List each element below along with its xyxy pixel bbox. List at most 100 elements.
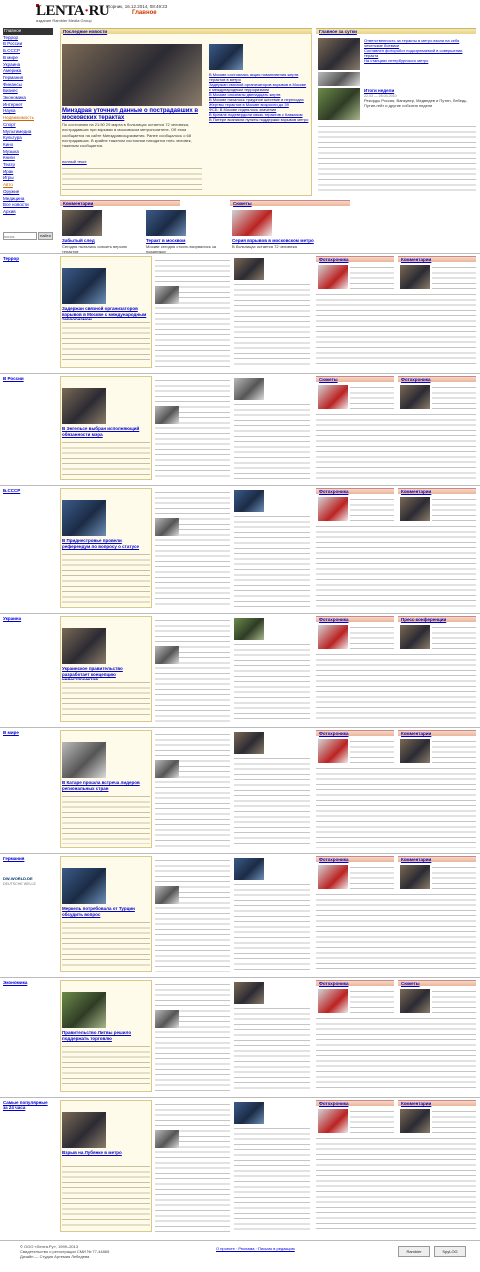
section-photo[interactable] [62,388,106,424]
week-photo[interactable] [318,88,360,120]
side-bar[interactable]: Сюжеты [316,376,394,382]
nav-item[interactable]: Мультимедиа [3,129,53,136]
nav-item[interactable]: Террор [3,35,53,42]
nav-item[interactable]: Главное [3,28,53,35]
nav-item[interactable]: Экономика [3,95,53,102]
side-photo[interactable] [400,739,430,763]
counter-badge[interactable]: SpyLOG [434,1246,466,1257]
side-bar[interactable]: Фотохроника [316,488,394,494]
day-photo[interactable] [318,38,360,70]
strip-photo[interactable] [62,210,102,236]
section-photo[interactable] [62,500,106,536]
section-photo[interactable] [62,268,106,304]
side-bar[interactable]: Комментарии [398,256,476,262]
nav-item[interactable]: Ирак [3,169,53,176]
nav-item[interactable]: Наука [3,108,53,115]
side-bar[interactable]: Фотохроника [316,730,394,736]
nav-item[interactable]: Германия [3,75,53,82]
nav-item[interactable]: Интернет [3,102,53,109]
lead-more-link[interactable]: полный текст [62,159,87,164]
side-photo[interactable] [318,385,348,409]
nav-item[interactable]: В России [3,41,53,48]
section-thumb[interactable] [155,886,179,904]
section-thumb[interactable] [155,518,179,536]
nav-item[interactable]: Игры [3,175,53,182]
section-thumb[interactable] [155,406,179,424]
day-item[interactable]: На станциях петербургского метро [364,58,476,63]
section-thumb[interactable] [234,258,264,280]
section-photo[interactable] [62,868,106,904]
nav-item[interactable]: Все новости [3,202,53,209]
section-rubric[interactable]: Украина [3,616,53,621]
section-thumb[interactable] [234,378,264,400]
side-bar[interactable]: Комментарии [398,1100,476,1106]
section-rubric[interactable]: Б.СССР [3,488,53,493]
nav-item[interactable]: Медицина [3,196,53,203]
side-photo[interactable] [318,865,348,889]
section-headline[interactable]: В Приднестровье провели референдум по во… [62,538,150,549]
section-headline[interactable]: Меркель потребовала от Турции обсудить в… [62,906,150,917]
day-bar[interactable]: Главное за сутки [316,28,476,34]
dw-logo[interactable]: DW-WORLD.DE [3,876,33,881]
side-photo[interactable] [400,865,430,889]
news-item[interactable]: Задержан связной организаторов взрывов в… [209,82,309,92]
side-bar[interactable]: Фотохроника [316,256,394,262]
side-photo[interactable] [318,739,348,763]
side-bar[interactable]: Фотохроника [316,616,394,622]
section-thumb[interactable] [234,490,264,512]
section-headline[interactable]: В Катаре прошла встреча лидеров регионал… [62,780,150,791]
latest-news-bar[interactable]: Последние новости [60,28,312,34]
strip-photo[interactable] [232,210,272,236]
news-thumb[interactable] [209,44,243,70]
section-thumb[interactable] [234,982,264,1004]
counter-badge[interactable]: Rambler [398,1246,430,1257]
search-button[interactable]: найти [38,232,53,240]
news-item[interactable]: В Питере возникли пункты поддержки взрыв… [209,117,309,122]
section-headline[interactable]: Правительство Литвы решило поддержать то… [62,1030,150,1041]
side-bar[interactable]: Комментарии [398,488,476,494]
lead-photo[interactable] [62,44,202,106]
section-thumb[interactable] [155,1010,179,1028]
nav-item[interactable]: Америка [3,68,53,75]
section-rubric[interactable]: Террор [3,256,53,261]
side-bar[interactable]: Фотохроника [316,1100,394,1106]
nav-item[interactable]: Оружие [3,189,53,196]
side-bar[interactable]: Фотохроника [398,376,476,382]
side-photo[interactable] [400,1109,430,1133]
strip-photo[interactable] [146,210,186,236]
nav-item[interactable]: Б.СССР [3,48,53,55]
nav-item[interactable]: Музыка [3,149,53,156]
side-photo[interactable] [400,265,430,289]
side-bar[interactable]: Фотохроника [316,856,394,862]
day-photo-2[interactable] [318,72,360,86]
section-thumb[interactable] [234,618,264,640]
section-headline[interactable]: Взрыв на Лубянке в метро [62,1150,150,1156]
side-bar[interactable]: Сюжеты [398,980,476,986]
section-photo[interactable] [62,628,106,664]
section-rubric[interactable]: Самые популярные за 24 часа [3,1100,53,1110]
section-thumb[interactable] [155,286,179,304]
lead-headline[interactable]: Минздрав уточнил данные о пострадавших в… [62,108,202,122]
footer-links[interactable]: О проекте · Реклама · Письмо в редакцию [216,1246,295,1251]
side-photo[interactable] [400,385,430,409]
section-photo[interactable] [62,992,106,1028]
section-rubric[interactable]: Экономика [3,980,53,985]
section-photo[interactable] [62,1112,106,1148]
day-item[interactable]: Ответственность за теракты в метро взяли… [364,38,476,48]
nav-item[interactable]: Книги [3,155,53,162]
section-thumb[interactable] [234,1102,264,1124]
section-rubric[interactable]: В мире [3,730,53,735]
section-thumb[interactable] [155,1130,179,1148]
nav-item[interactable]: Авто [3,182,53,189]
strip-card-title[interactable]: Серия взрывов в московском метро [232,238,316,244]
side-photo[interactable] [318,497,348,521]
stories-bar[interactable]: Сюжеты [230,200,350,206]
side-photo[interactable] [318,989,348,1013]
section-thumb[interactable] [155,760,179,778]
section-thumb[interactable] [234,732,264,754]
search-input[interactable] [3,232,37,240]
section-thumb[interactable] [234,858,264,880]
side-photo[interactable] [400,989,430,1013]
side-photo[interactable] [318,1109,348,1133]
side-bar[interactable]: Комментарии [398,730,476,736]
